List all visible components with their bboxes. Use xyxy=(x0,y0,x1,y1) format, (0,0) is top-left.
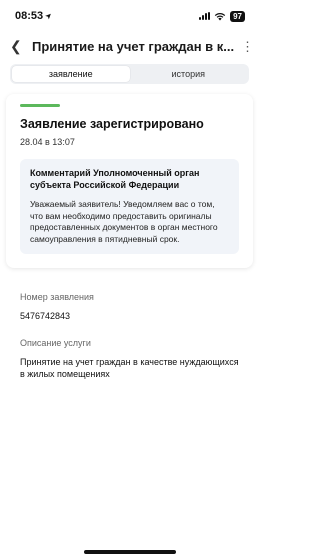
status-right: 97 xyxy=(199,10,245,22)
page-title: Принятие на учет граждан в к... xyxy=(32,38,235,54)
back-arrow-icon[interactable]: ❮ xyxy=(10,39,32,53)
location-icon: ➤ xyxy=(44,11,54,21)
status-date: 28.04 в 13:07 xyxy=(20,137,75,147)
comment-title: Комментарий Уполномоченный орган субъект… xyxy=(30,168,200,190)
application-number-value: 5476742843 xyxy=(20,311,71,321)
nav-bar: ❮ Принятие на учет граждан в к... ⋮ xyxy=(0,32,259,60)
application-number-label: Номер заявления xyxy=(20,292,94,302)
status-title: Заявление зарегистрировано xyxy=(20,117,204,131)
comment-box: Комментарий Уполномоченный орган субъект… xyxy=(20,159,239,254)
wifi-icon xyxy=(214,12,226,20)
battery-icon: 97 xyxy=(230,10,245,22)
service-description-label: Описание услуги xyxy=(20,338,91,348)
tab-application[interactable]: заявление xyxy=(12,66,130,82)
more-options-icon[interactable]: ⋮ xyxy=(241,40,254,53)
service-description-section: Описание услуги Принятие на учет граждан… xyxy=(0,338,259,380)
signal-icon xyxy=(199,12,211,20)
status-card: Заявление зарегистрировано 28.04 в 13:07… xyxy=(6,94,253,268)
status-left: 08:53 ➤ xyxy=(15,10,54,22)
status-bar: 08:53 ➤ 97 xyxy=(0,0,259,32)
tab-history[interactable]: история xyxy=(130,66,248,82)
status-time: 08:53 xyxy=(15,10,44,22)
service-description-value: Принятие на учет граждан в качестве нужд… xyxy=(20,357,239,379)
tab-switcher: заявление история xyxy=(10,64,249,84)
application-number-section: Номер заявления 5476742843 xyxy=(0,292,259,322)
home-indicator[interactable] xyxy=(83,550,176,554)
comment-text: Уважаемый заявитель! Уведомляем вас о то… xyxy=(30,199,218,244)
status-accent-bar xyxy=(20,104,60,107)
